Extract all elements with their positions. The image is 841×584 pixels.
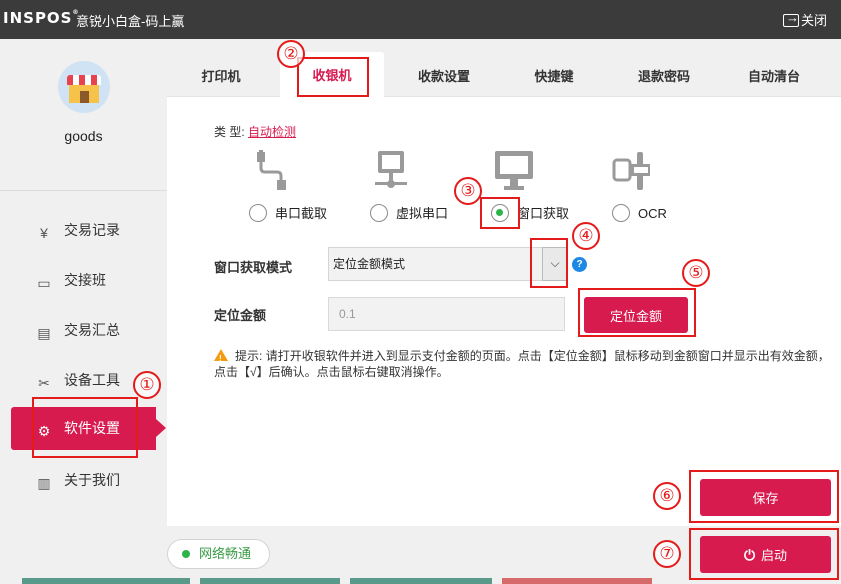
network-status-badge: 网络畅通 — [167, 539, 270, 569]
taskbar-strip — [22, 578, 190, 584]
annotation-number-1: ① — [133, 371, 161, 399]
username: goods — [64, 128, 103, 144]
network-computer-icon — [375, 151, 407, 188]
app-logo-text: INSPOS — [3, 9, 73, 27]
radio-label: 串口截取 — [275, 206, 328, 221]
sidebar-item-transactions[interactable]: ¥ 交易记录 — [11, 209, 156, 252]
window-mode-label: 窗口获取模式 — [214, 260, 293, 275]
taskbar-strip — [350, 578, 492, 584]
sidebar-item-label: 交接班 — [64, 272, 106, 288]
sidebar-item-about[interactable]: ▥ 关于我们 — [11, 459, 156, 502]
status-dot-icon — [182, 550, 190, 558]
radio-label: 窗口获取 — [517, 206, 570, 221]
tools-icon: ✂ — [38, 375, 50, 391]
annotation-box-4 — [530, 238, 568, 288]
sidebar-item-label: 设备工具 — [64, 372, 120, 388]
type-label: 类 型: — [214, 125, 245, 139]
tab-auto-clear[interactable]: 自动清台 — [722, 61, 826, 97]
sidebar: goods ¥ 交易记录 ▭ 交接班 ▤ 交易汇总 ✂ 设备工具 ⚙ 软件设置 ▥ 关于我们 — [0, 39, 167, 584]
annotation-box-6 — [689, 470, 839, 523]
app-title: 意锐小白盒-码上赢 — [76, 14, 185, 29]
warning-icon: ! — [214, 349, 228, 363]
network-status-label: 网络畅通 — [199, 546, 252, 561]
annotation-number-6: ⑥ — [653, 482, 681, 510]
annotation-number-5: ⑤ — [682, 259, 710, 287]
annotation-box-2 — [297, 57, 369, 97]
tab-refund-password[interactable]: 退款密码 — [612, 61, 716, 97]
close-button[interactable]: 关闭 — [782, 10, 827, 29]
sidebar-divider — [0, 190, 167, 191]
radio-ocr[interactable]: OCR — [612, 204, 667, 224]
tab-shortcuts[interactable]: 快捷键 — [502, 61, 606, 97]
settings-tabs: 打印机 收银机 收款设置 快捷键 退款密码 自动清台 — [167, 52, 841, 98]
annotation-box-7 — [689, 528, 839, 580]
radio-circle[interactable] — [612, 204, 630, 222]
locate-amount-input[interactable]: 0.1 — [328, 297, 565, 331]
ocr-scan-icon — [612, 152, 650, 190]
radio-serial-capture[interactable]: 串口截取 — [249, 204, 327, 224]
type-row: 类 型: 自动检测 — [214, 123, 296, 140]
radio-label: 虚拟串口 — [396, 206, 449, 221]
title-bar: INSPOS® 意锐小白盒-码上赢 关闭 — [0, 0, 841, 39]
serial-cable-icon — [257, 150, 286, 190]
tip-text: ! 提示: 请打开收银软件并进入到显示支付金额的页面。点击【定位金额】鼠标移动到金… — [214, 348, 834, 380]
settings-panel: 打印机 收银机 收款设置 快捷键 退款密码 自动清台 类 型: 自动检测 串口截… — [167, 52, 841, 526]
radio-label: OCR — [638, 206, 667, 221]
yuan-receipt-icon: ¥ — [40, 225, 48, 241]
locate-amount-label: 定位金额 — [214, 308, 267, 323]
sidebar-item-summary[interactable]: ▤ 交易汇总 — [11, 309, 156, 352]
annotation-box-1 — [32, 397, 138, 458]
annotation-box-3 — [480, 197, 520, 229]
annotation-box-5 — [578, 288, 696, 337]
radio-circle[interactable] — [249, 204, 267, 222]
sidebar-item-label: 交易记录 — [64, 222, 120, 238]
tip-body: 请打开收银软件并进入到显示支付金额的页面。点击【定位金额】鼠标移动到金额窗口并显… — [214, 349, 830, 379]
taskbar-strip — [200, 578, 340, 584]
app-logo: INSPOS® — [3, 9, 80, 27]
exit-icon — [782, 10, 799, 27]
monitor-icon — [495, 151, 533, 190]
auto-detect-link[interactable]: 自动检测 — [248, 125, 296, 139]
avatar — [58, 61, 110, 113]
annotation-number-2: ② — [277, 40, 305, 68]
sidebar-item-label: 交易汇总 — [64, 322, 120, 338]
document-icon: ▤ — [37, 325, 51, 341]
info-book-icon: ▥ — [37, 475, 51, 491]
radio-circle[interactable] — [370, 204, 388, 222]
close-label: 关闭 — [800, 13, 827, 28]
annotation-number-4: ④ — [572, 222, 600, 250]
tab-payment-settings[interactable]: 收款设置 — [392, 61, 496, 97]
annotation-number-3: ③ — [454, 177, 482, 205]
sidebar-item-shift-handover[interactable]: ▭ 交接班 — [11, 259, 156, 302]
annotation-number-7: ⑦ — [653, 540, 681, 568]
help-icon[interactable]: ? — [572, 257, 587, 272]
radio-virtual-serial[interactable]: 虚拟串口 — [370, 204, 448, 224]
sidebar-item-label: 关于我们 — [64, 472, 120, 488]
tab-printer[interactable]: 打印机 — [169, 61, 273, 97]
tip-prefix: 提示: — [235, 349, 263, 363]
monitor-icon: ▭ — [37, 275, 51, 291]
taskbar-strip — [502, 578, 652, 584]
